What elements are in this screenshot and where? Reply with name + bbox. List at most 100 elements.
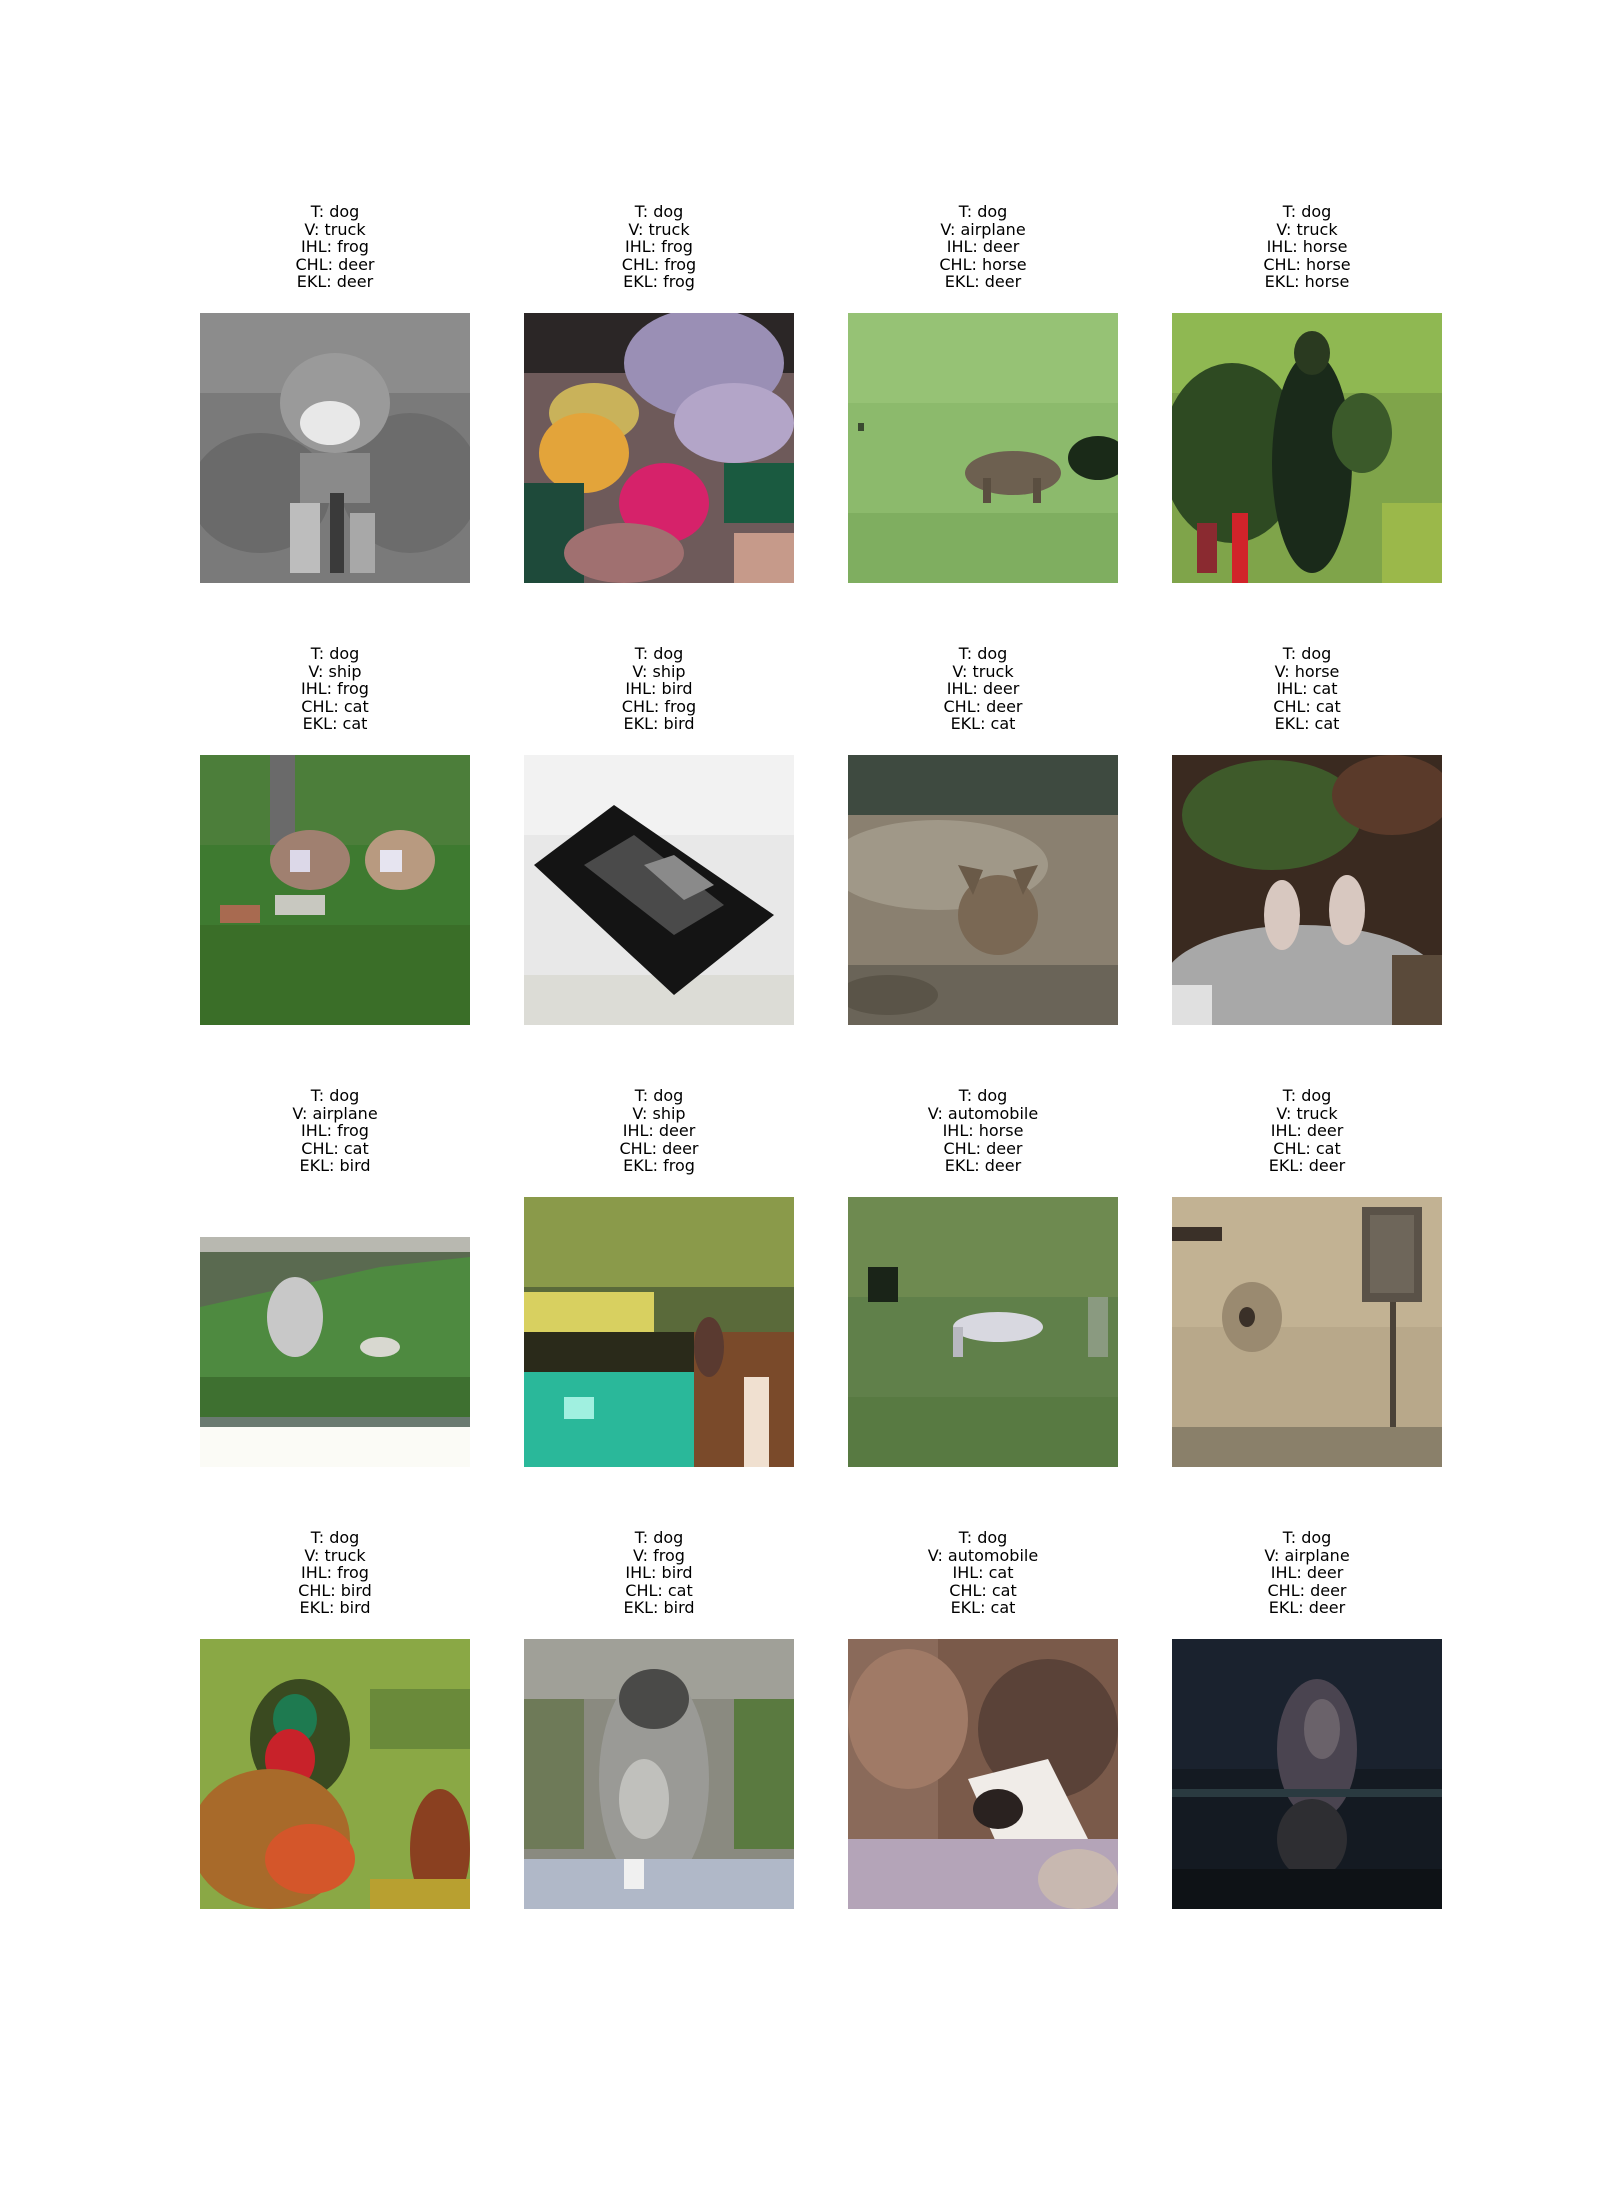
ekl-label: EKL: frog [623, 1156, 695, 1175]
panel-14: T: dog V: frog IHL: bird CHL: cat EKL: b… [524, 1529, 794, 1929]
panel-11: T: dog V: automobile IHL: horse CHL: dee… [848, 1087, 1118, 1487]
panel-6: T: dog V: ship IHL: bird CHL: frog EKL: … [524, 645, 794, 1045]
true-label: T: dog [1282, 1528, 1332, 1547]
panel-caption: T: dog V: airplane IHL: deer CHL: deer E… [1172, 1529, 1442, 1619]
ekl-label: EKL: bird [623, 714, 695, 733]
image-thumbnail [524, 313, 794, 583]
panel-9: T: dog V: airplane IHL: frog CHL: cat EK… [200, 1087, 470, 1487]
ekl-label: EKL: frog [623, 272, 695, 291]
ihl-label: IHL: frog [301, 237, 369, 256]
chl-label: CHL: deer [1267, 1580, 1347, 1600]
image-thumbnail [848, 1197, 1118, 1467]
ekl-label: EKL: deer [1268, 1156, 1346, 1175]
ihl-label: IHL: deer [1270, 1121, 1344, 1140]
v-label: V: truck [952, 661, 1014, 681]
ihl-label: IHL: cat [1276, 679, 1338, 698]
v-label: V: automobile [927, 1545, 1039, 1565]
panel-1: T: dog V: truck IHL: frog CHL: deer EKL:… [200, 203, 470, 603]
v-label: V: horse [1274, 661, 1340, 681]
true-label: T: dog [1282, 644, 1332, 663]
image-thumbnail [1172, 1197, 1442, 1467]
chl-label: CHL: deer [295, 254, 375, 274]
ekl-label: EKL: cat [950, 714, 1016, 733]
panel-caption: T: dog V: airplane IHL: deer CHL: horse … [848, 203, 1118, 293]
chl-label: CHL: cat [301, 1138, 369, 1158]
v-label: V: frog [633, 1545, 685, 1565]
ekl-label: EKL: cat [1274, 714, 1340, 733]
panel-caption: T: dog V: truck IHL: frog CHL: frog EKL:… [524, 203, 794, 293]
v-label: V: ship [632, 1103, 686, 1123]
panel-caption: T: dog V: ship IHL: deer CHL: deer EKL: … [524, 1087, 794, 1177]
true-label: T: dog [634, 1528, 684, 1547]
chl-label: CHL: horse [1263, 254, 1351, 274]
v-label: V: ship [632, 661, 686, 681]
panel-5: T: dog V: ship IHL: frog CHL: cat EKL: c… [200, 645, 470, 1045]
image-thumbnail [524, 1197, 794, 1467]
chl-label: CHL: deer [943, 1138, 1023, 1158]
image-thumbnail [1172, 313, 1442, 583]
true-label: T: dog [310, 1528, 360, 1547]
ekl-label: EKL: horse [1264, 272, 1350, 291]
v-label: V: ship [308, 661, 362, 681]
true-label: T: dog [1282, 202, 1332, 221]
ihl-label: IHL: deer [946, 237, 1020, 256]
chl-label: CHL: deer [619, 1138, 699, 1158]
true-label: T: dog [958, 1528, 1008, 1547]
panel-7: T: dog V: truck IHL: deer CHL: deer EKL:… [848, 645, 1118, 1045]
ihl-label: IHL: horse [1266, 237, 1348, 256]
panel-caption: T: dog V: horse IHL: cat CHL: cat EKL: c… [1172, 645, 1442, 735]
image-thumbnail [200, 1639, 470, 1909]
true-label: T: dog [634, 1086, 684, 1105]
ekl-label: EKL: cat [302, 714, 368, 733]
ihl-label: IHL: cat [952, 1563, 1014, 1582]
image-thumbnail [848, 755, 1118, 1025]
panel-caption: T: dog V: frog IHL: bird CHL: cat EKL: b… [524, 1529, 794, 1619]
ihl-label: IHL: frog [625, 237, 693, 256]
prediction-grid-figure: T: dog V: truck IHL: frog CHL: deer EKL:… [0, 0, 1600, 2200]
chl-label: CHL: cat [949, 1580, 1017, 1600]
panel-caption: T: dog V: truck IHL: horse CHL: horse EK… [1172, 203, 1442, 293]
image-thumbnail [524, 1639, 794, 1909]
chl-label: CHL: cat [301, 696, 369, 716]
image-thumbnail [1172, 1639, 1442, 1909]
ekl-label: EKL: deer [944, 272, 1022, 291]
v-label: V: airplane [1264, 1545, 1350, 1565]
chl-label: CHL: cat [1273, 696, 1341, 716]
true-label: T: dog [958, 644, 1008, 663]
ekl-label: EKL: deer [296, 272, 374, 291]
ihl-label: IHL: bird [625, 679, 693, 698]
chl-label: CHL: frog [621, 696, 697, 716]
panel-caption: T: dog V: airplane IHL: frog CHL: cat EK… [200, 1087, 470, 1177]
panel-caption: T: dog V: automobile IHL: cat CHL: cat E… [848, 1529, 1118, 1619]
v-label: V: truck [304, 1545, 366, 1565]
ihl-label: IHL: deer [1270, 1563, 1344, 1582]
v-label: V: truck [1276, 1103, 1338, 1123]
true-label: T: dog [310, 202, 360, 221]
panel-8: T: dog V: horse IHL: cat CHL: cat EKL: c… [1172, 645, 1442, 1045]
image-thumbnail [848, 313, 1118, 583]
ihl-label: IHL: frog [301, 1121, 369, 1140]
panel-caption: T: dog V: truck IHL: frog CHL: bird EKL:… [200, 1529, 470, 1619]
panel-10: T: dog V: ship IHL: deer CHL: deer EKL: … [524, 1087, 794, 1487]
v-label: V: truck [628, 219, 690, 239]
panel-13: T: dog V: truck IHL: frog CHL: bird EKL:… [200, 1529, 470, 1929]
panel-caption: T: dog V: ship IHL: bird CHL: frog EKL: … [524, 645, 794, 735]
ekl-label: EKL: deer [1268, 1598, 1346, 1617]
chl-label: CHL: deer [943, 696, 1023, 716]
image-thumbnail [848, 1639, 1118, 1909]
panel-caption: T: dog V: automobile IHL: horse CHL: dee… [848, 1087, 1118, 1177]
panel-caption: T: dog V: truck IHL: frog CHL: deer EKL:… [200, 203, 470, 293]
ekl-label: EKL: bird [299, 1156, 371, 1175]
panel-4: T: dog V: truck IHL: horse CHL: horse EK… [1172, 203, 1442, 603]
ekl-label: EKL: deer [944, 1156, 1022, 1175]
chl-label: CHL: cat [1273, 1138, 1341, 1158]
image-thumbnail [1172, 755, 1442, 1025]
chl-label: CHL: bird [298, 1580, 372, 1600]
panel-caption: T: dog V: truck IHL: deer CHL: deer EKL:… [848, 645, 1118, 735]
ihl-label: IHL: deer [622, 1121, 696, 1140]
chl-label: CHL: frog [621, 254, 697, 274]
image-thumbnail [200, 1197, 470, 1467]
ihl-label: IHL: horse [942, 1121, 1024, 1140]
true-label: T: dog [634, 202, 684, 221]
true-label: T: dog [1282, 1086, 1332, 1105]
